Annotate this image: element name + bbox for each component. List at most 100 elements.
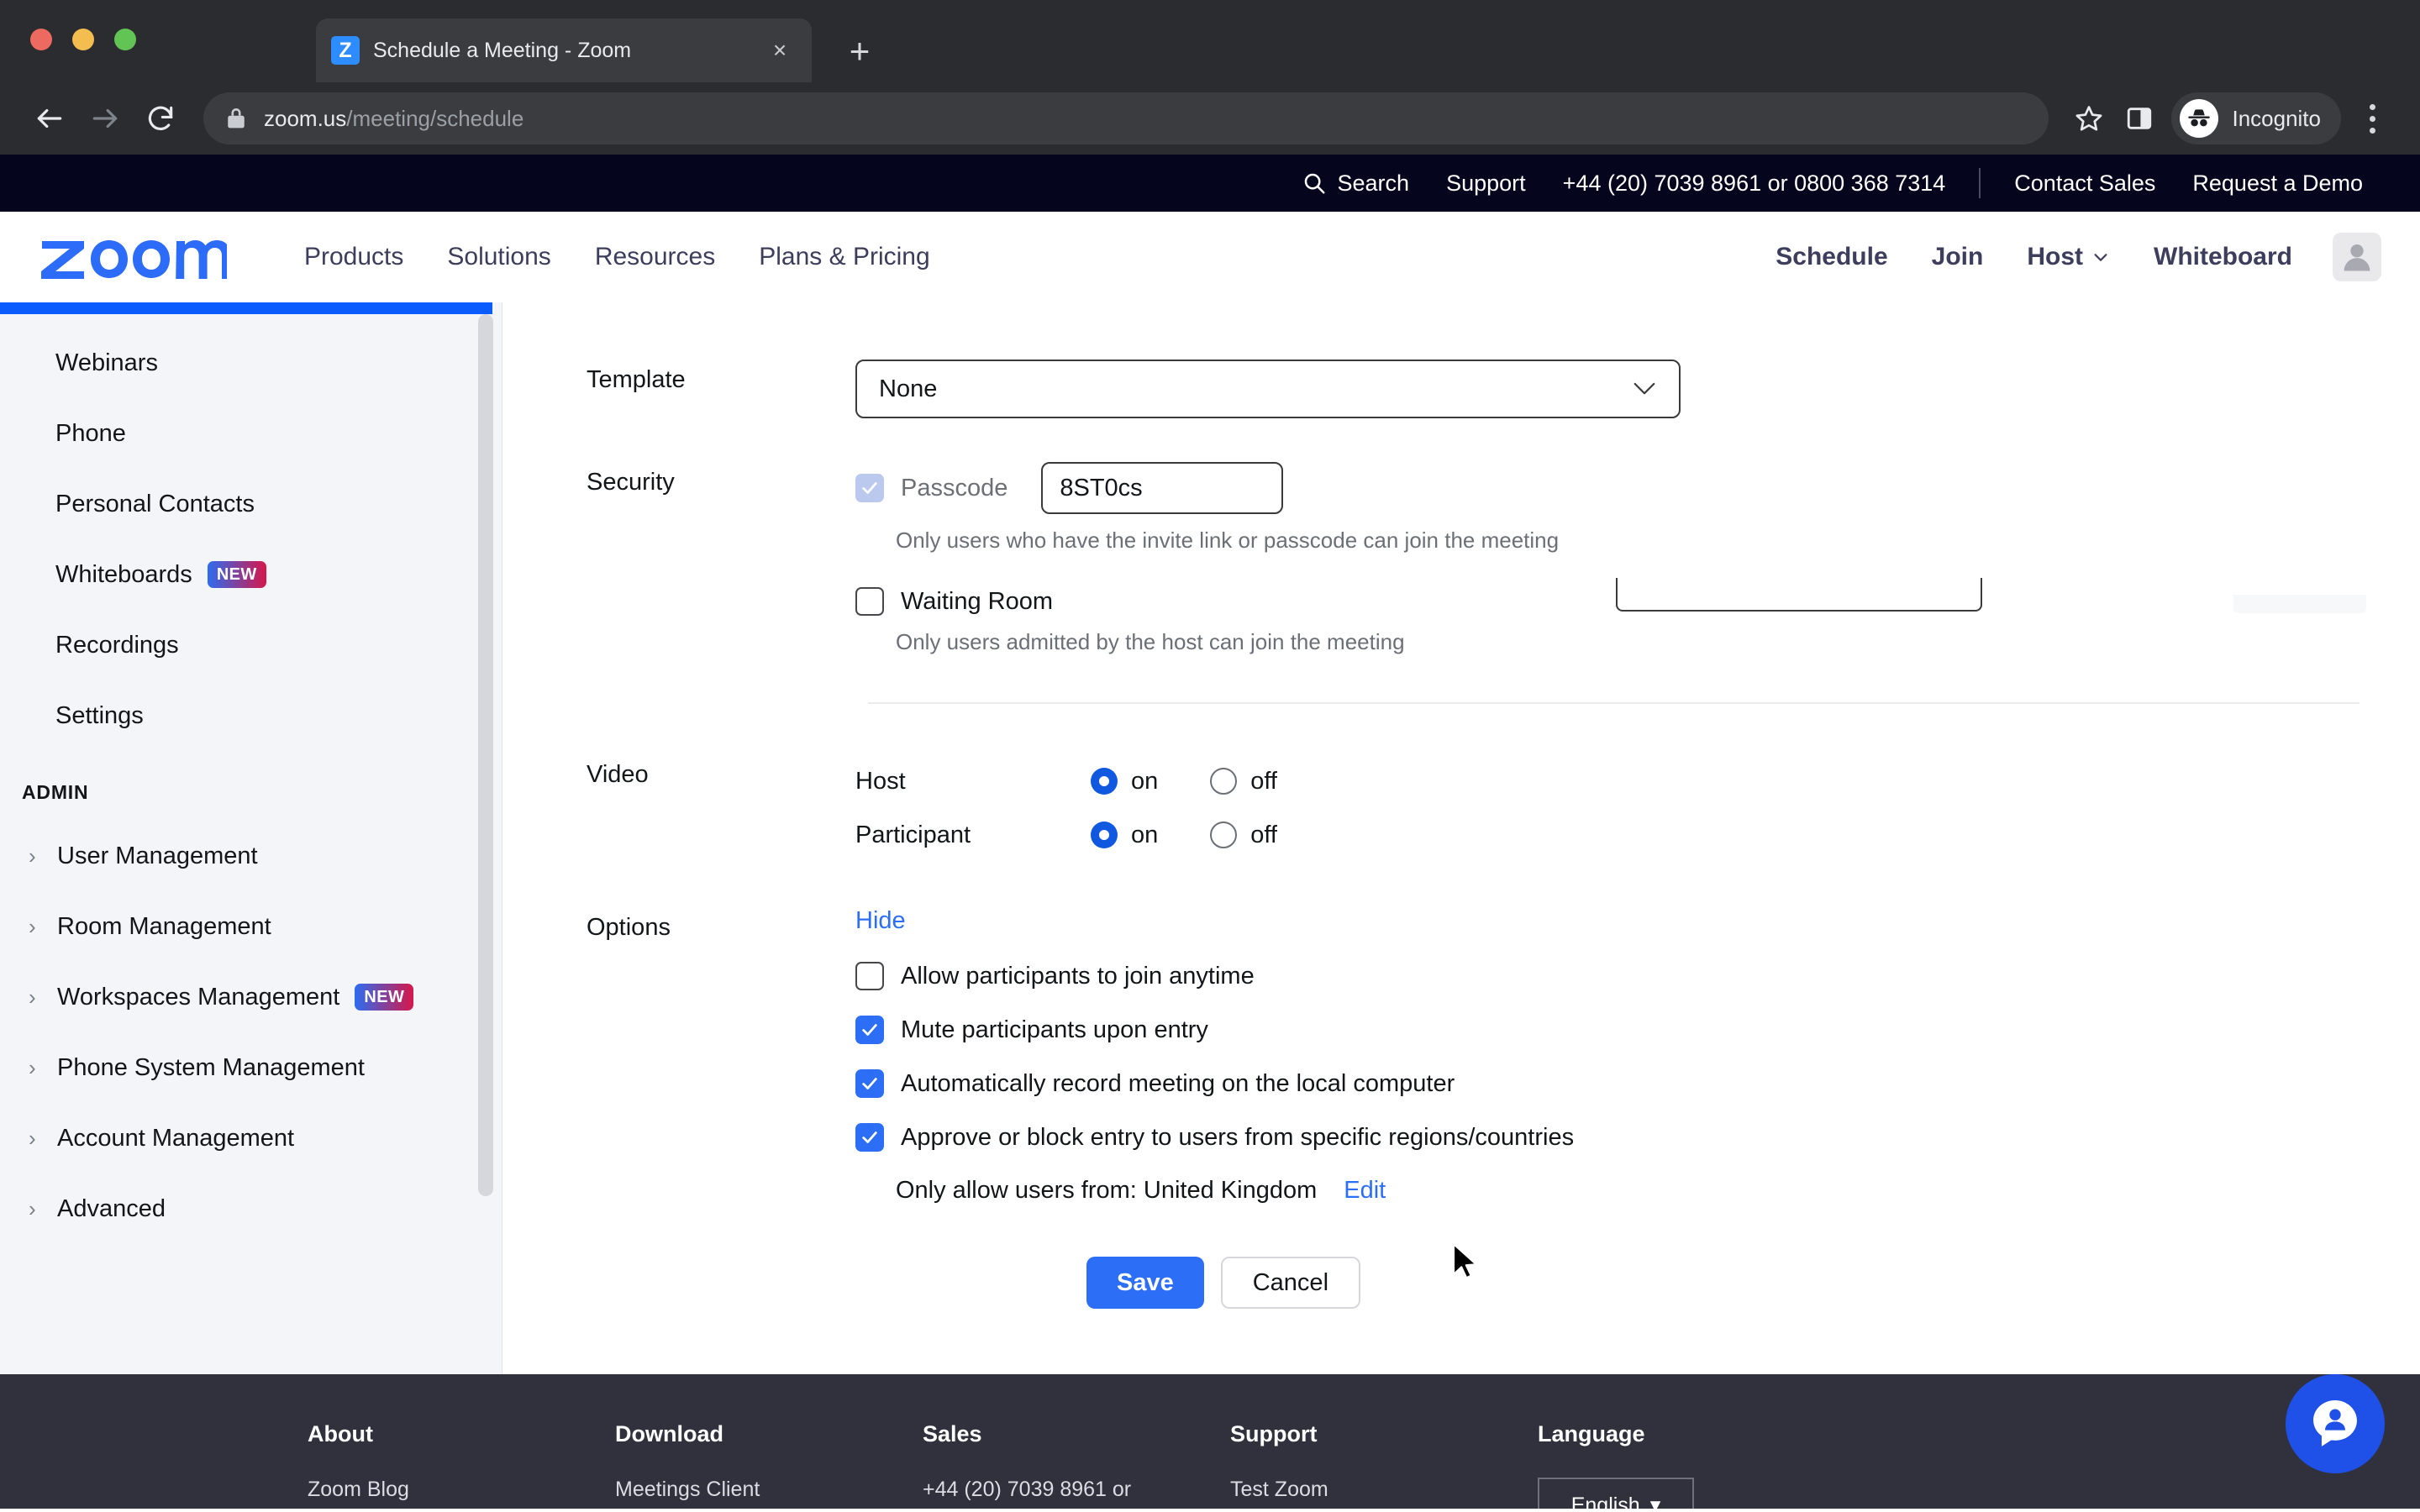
footer-link[interactable]: Zoom Blog	[308, 1478, 615, 1502]
check-icon	[862, 482, 877, 494]
footer-link[interactable]: +44 (20) 7039 8961 or	[923, 1478, 1230, 1502]
template-select[interactable]: None	[855, 360, 1681, 418]
profile-label: Incognito	[2232, 105, 2321, 131]
zoom-utility-bar: Search Support +44 (20) 7039 8961 or 080…	[0, 155, 2420, 212]
browser-tab[interactable]: Z Schedule a Meeting - Zoom ×	[316, 18, 812, 82]
nav-host-label: Host	[2027, 243, 2083, 270]
passcode-helper-text: Only users who have the invite link or p…	[896, 528, 1560, 553]
nav-link-whiteboard[interactable]: Whiteboard	[2132, 243, 2314, 271]
minimize-window-button[interactable]	[72, 29, 94, 50]
option-approve-block-regions: Approve or block entry to users from spe…	[855, 1123, 2420, 1152]
window-traffic-lights	[30, 29, 136, 50]
forward-arrow-icon[interactable]	[77, 91, 133, 146]
sidebar-item-user-management[interactable]: › User Management	[0, 821, 502, 891]
partial-button-above-fold[interactable]	[2233, 595, 2366, 613]
waiting-room-checkbox[interactable]	[855, 587, 884, 616]
video-row: Video Host on off Participant on off	[587, 704, 2420, 862]
nav-link-resources[interactable]: Resources	[573, 243, 737, 271]
sidebar-item-personal-contacts[interactable]: Personal Contacts	[0, 469, 502, 539]
nav-link-host[interactable]: Host	[2005, 243, 2132, 271]
close-tab-icon[interactable]: ×	[763, 39, 797, 62]
sidebar-item-label: Workspaces Management	[57, 983, 340, 1011]
nav-link-products[interactable]: Products	[282, 243, 425, 271]
zoom-logo[interactable]	[39, 229, 230, 286]
chat-person-icon	[2313, 1400, 2357, 1446]
video-participant-off-radio[interactable]	[1210, 822, 1238, 848]
sidebar-item-advanced[interactable]: › Advanced	[0, 1173, 502, 1244]
nav-link-solutions[interactable]: Solutions	[425, 243, 572, 271]
footer-link[interactable]: Meetings Client	[615, 1478, 923, 1502]
chat-support-button[interactable]	[2286, 1374, 2385, 1473]
sidebar-item-room-management[interactable]: › Room Management	[0, 891, 502, 962]
site-footer: About Zoom Blog Download Meetings Client…	[0, 1374, 2420, 1509]
options-label: Options	[587, 914, 671, 941]
maximize-window-button[interactable]	[114, 29, 136, 50]
sidebar-item-recordings[interactable]: Recordings	[0, 610, 502, 680]
cancel-button[interactable]: Cancel	[1220, 1257, 1361, 1309]
sidebar-item-label: Room Management	[57, 912, 271, 940]
nav-join-label: Join	[1931, 243, 1984, 270]
reload-icon[interactable]	[133, 91, 188, 146]
sidebar: Webinars Phone Personal Contacts Whitebo…	[0, 302, 502, 1509]
kebab-dot	[2369, 103, 2375, 110]
sidebar-item-webinars[interactable]: Webinars	[0, 328, 502, 398]
sidebar-item-settings[interactable]: Settings	[0, 680, 502, 751]
chevron-right-icon: ›	[29, 1195, 36, 1221]
partial-field-above-fold[interactable]	[1616, 578, 1982, 612]
side-panel-icon[interactable]	[2114, 104, 2165, 133]
passcode-line: Passcode 8ST0cs	[855, 462, 2420, 514]
sidebar-item-account-management[interactable]: › Account Management	[0, 1103, 502, 1173]
back-arrow-icon[interactable]	[22, 91, 77, 146]
sidebar-item-phone-system-management[interactable]: › Phone System Management	[0, 1032, 502, 1103]
video-participant-on-radio[interactable]	[1091, 822, 1118, 848]
address-bar[interactable]: zoom.us/meeting/schedule	[203, 92, 2049, 144]
passcode-input[interactable]: 8ST0cs	[1041, 462, 1284, 514]
region-edit-link[interactable]: Edit	[1344, 1177, 1386, 1205]
avatar[interactable]	[2333, 233, 2381, 281]
video-host-row: Host on off	[855, 754, 2420, 808]
kebab-dot	[2369, 115, 2375, 122]
kebab-menu-icon[interactable]	[2346, 103, 2398, 134]
profile-incognito-button[interactable]: Incognito	[2171, 92, 2341, 144]
sidebar-scroll-region: Webinars Phone Personal Contacts Whitebo…	[0, 314, 502, 1244]
new-tab-button[interactable]: +	[840, 34, 879, 69]
footer-column-language: Language English ▾	[1538, 1421, 1845, 1509]
video-host-on-radio[interactable]	[1091, 768, 1118, 795]
nav-link-join[interactable]: Join	[1910, 243, 2006, 271]
auto-record-local-checkbox[interactable]	[855, 1069, 884, 1098]
phone-number-link[interactable]: +44 (20) 7039 8961 or 0800 368 7314	[1544, 171, 1965, 197]
footer-link[interactable]: Test Zoom	[1230, 1478, 1538, 1502]
chevron-right-icon: ›	[29, 1125, 36, 1151]
allow-join-anytime-checkbox[interactable]	[855, 962, 884, 990]
save-button[interactable]: Save	[1086, 1257, 1204, 1309]
check-icon	[862, 1131, 877, 1143]
options-body: Hide Allow participants to join anytime …	[855, 907, 2420, 1205]
contact-sales-link[interactable]: Contact Sales	[1996, 171, 2174, 197]
lock-icon	[225, 106, 247, 131]
search-icon	[1304, 173, 1325, 194]
sidebar-vertical-scrollbar[interactable]	[478, 314, 493, 1196]
support-link[interactable]: Support	[1428, 171, 1544, 197]
search-label: Search	[1337, 170, 1410, 196]
options-hide-toggle[interactable]: Hide	[855, 907, 2420, 935]
footer-column-support: Support Test Zoom	[1230, 1421, 1538, 1509]
form-action-buttons: Save Cancel	[1086, 1257, 2420, 1309]
mute-on-entry-checkbox[interactable]	[855, 1016, 884, 1044]
sidebar-item-whiteboards[interactable]: Whiteboards NEW	[0, 539, 502, 610]
url-domain: zoom.us	[264, 105, 347, 131]
region-allowlist-text: Only allow users from: United Kingdom	[896, 1177, 1318, 1204]
bookmark-star-icon[interactable]	[2064, 103, 2114, 134]
nav-link-schedule[interactable]: Schedule	[1754, 243, 1909, 271]
close-window-button[interactable]	[30, 29, 52, 50]
request-demo-link[interactable]: Request a Demo	[2174, 171, 2381, 197]
footer-heading: Support	[1230, 1421, 1318, 1446]
video-host-off-radio[interactable]	[1210, 768, 1238, 795]
approve-block-regions-checkbox[interactable]	[855, 1123, 884, 1152]
sidebar-item-phone[interactable]: Phone	[0, 398, 502, 469]
passcode-checkbox[interactable]	[855, 474, 884, 502]
search-button[interactable]: Search	[1283, 171, 1428, 197]
new-badge: NEW	[207, 561, 266, 588]
nav-link-plans-pricing[interactable]: Plans & Pricing	[737, 243, 951, 271]
language-select[interactable]: English ▾	[1538, 1478, 1694, 1509]
sidebar-item-workspaces-management[interactable]: › Workspaces Management NEW	[0, 962, 502, 1032]
